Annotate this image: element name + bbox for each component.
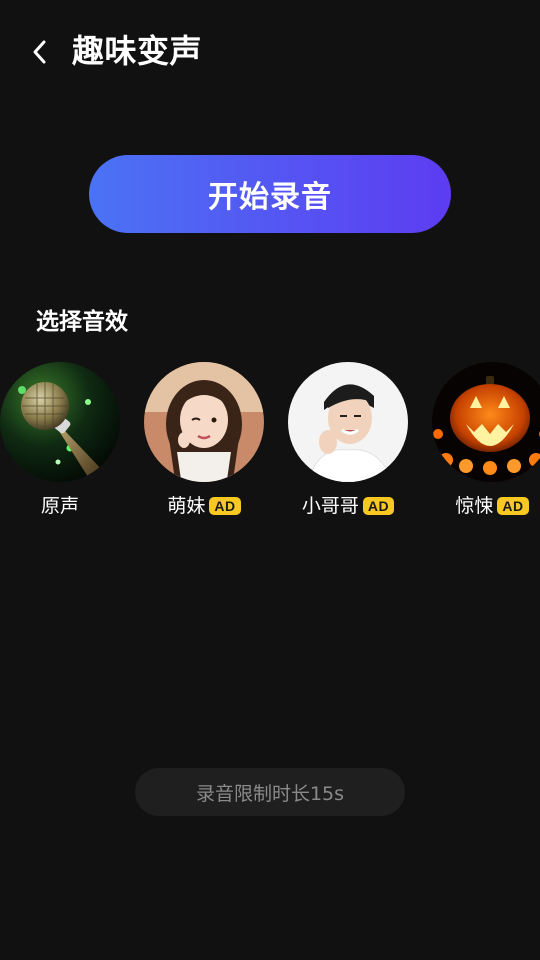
section-title-select-effect: 选择音效: [36, 309, 128, 335]
effect-label-row: 萌妹 AD: [144, 492, 264, 520]
effect-label: 惊悚: [455, 495, 494, 517]
effects-list: 原声 萌妹 AD 小哥哥 AD 惊悚 AD: [0, 362, 540, 532]
effect-item-cute-girl[interactable]: 萌妹 AD: [144, 362, 264, 522]
girl-portrait-image: [144, 362, 264, 482]
effect-item-original[interactable]: 原声: [0, 362, 120, 522]
boy-portrait-image: [288, 362, 408, 482]
effect-item-horror[interactable]: 惊悚 AD: [432, 362, 540, 522]
page-title: 趣味变声: [72, 32, 203, 70]
recording-limit-notice: 录音限制时长15s: [135, 768, 405, 816]
back-button[interactable]: [22, 34, 58, 70]
microphone-image: [0, 362, 120, 482]
effect-label-row: 小哥哥 AD: [288, 492, 408, 520]
ad-badge: AD: [497, 497, 529, 515]
effect-label: 萌妹: [167, 495, 206, 517]
effect-label: 小哥哥: [301, 495, 359, 517]
pumpkin-image: [432, 362, 540, 482]
ad-badge: AD: [362, 497, 395, 515]
header: 趣味变声: [0, 0, 540, 100]
start-recording-button[interactable]: 开始录音: [89, 155, 451, 233]
chevron-left-icon: [33, 40, 46, 64]
effect-label: 原声: [40, 495, 79, 517]
effect-item-young-man[interactable]: 小哥哥 AD: [288, 362, 408, 522]
effect-label-row: 原声: [0, 492, 120, 520]
ad-badge: AD: [209, 497, 241, 515]
effect-label-row: 惊悚 AD: [432, 492, 540, 520]
